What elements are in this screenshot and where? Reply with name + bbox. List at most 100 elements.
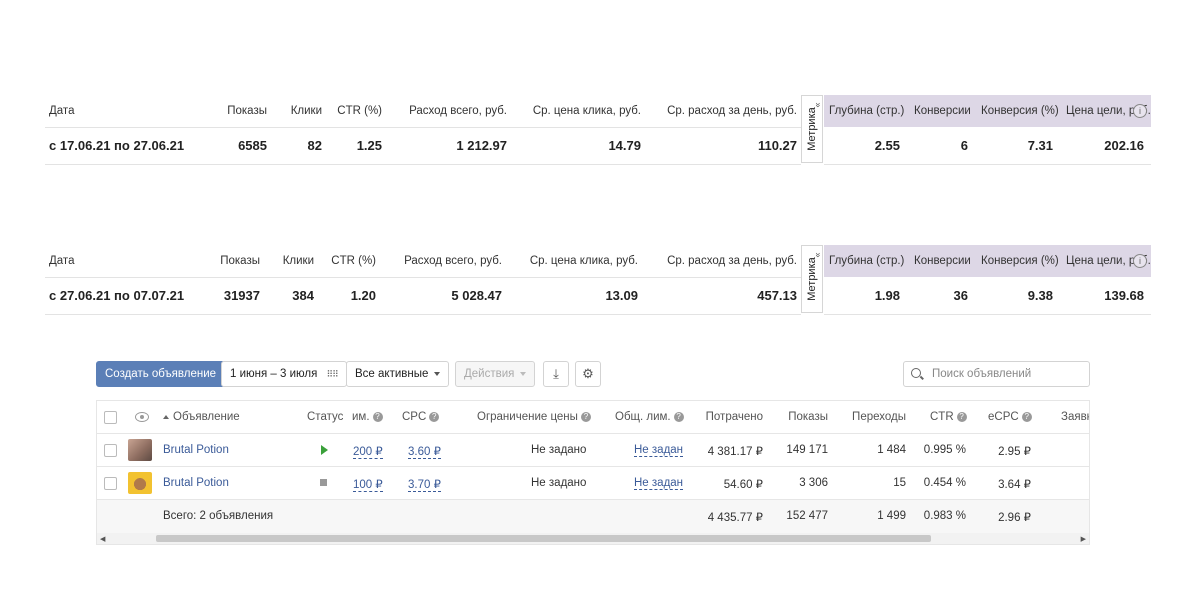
- info-icon[interactable]: i: [1133, 104, 1147, 118]
- help-icon[interactable]: ?: [1021, 411, 1032, 422]
- col-ctr[interactable]: CTR?: [930, 411, 967, 423]
- cpc-value[interactable]: 3.70 ₽: [408, 477, 441, 492]
- metrika-columns: Глубина (стр.) Конверсии Конверсия (%) Ц…: [824, 95, 1151, 165]
- total-clicks: 1 499: [877, 510, 906, 522]
- col-depth: Глубина (стр.): [829, 105, 905, 117]
- sort-up-icon: [163, 414, 169, 419]
- col-avg-cpc: Ср. цена клика, руб.: [532, 105, 641, 117]
- col-clicks: Клики: [290, 105, 322, 117]
- value-date: с 17.06.21 по 27.06.21: [49, 138, 185, 153]
- metrika-toggle-tab[interactable]: » Метрика: [801, 245, 823, 313]
- ad-search[interactable]: [903, 361, 1090, 387]
- ad-name-link[interactable]: Brutal Potion: [163, 477, 229, 489]
- help-icon[interactable]: ?: [580, 411, 591, 422]
- col-date: Дата: [49, 255, 75, 267]
- ads-toolbar: Создать объявление 1 июня – 3 июля ⠿⠿ Вс…: [96, 361, 1090, 387]
- metrika-value-row: 2.55 6 7.31 202.16: [824, 128, 1151, 165]
- metrika-header-row: Глубина (стр.) Конверсии Конверсия (%) Ц…: [824, 245, 1151, 277]
- col-ctr: CTR (%): [337, 105, 382, 117]
- col-ad[interactable]: Объявление: [163, 411, 240, 423]
- row-checkbox[interactable]: [104, 444, 117, 457]
- metrika-label: Метрика: [806, 107, 818, 151]
- row-checkbox[interactable]: [104, 477, 117, 490]
- scroll-right-arrow-icon[interactable]: ▶: [1081, 535, 1086, 543]
- eye-icon[interactable]: [135, 412, 149, 422]
- col-cpc[interactable]: CPC?: [402, 411, 440, 423]
- ad-thumbnail[interactable]: [128, 472, 152, 494]
- col-spent[interactable]: Потрачено: [706, 411, 763, 423]
- col-status[interactable]: Статус: [307, 411, 343, 423]
- value-depth: 2.55: [874, 138, 900, 153]
- ad-name-link[interactable]: Brutal Potion: [163, 444, 229, 456]
- table-row: Brutal Potion 100 ₽ 3.70 ₽ Не задано Не …: [97, 467, 1089, 500]
- col-conversion-rate: Конверсия (%): [981, 105, 1059, 117]
- download-button[interactable]: ⤓: [543, 361, 569, 387]
- value-spend-total: 5 028.47: [451, 288, 502, 303]
- ads-table: Объявление Статус им.? CPC? Ограничение …: [96, 400, 1090, 545]
- value-clicks: 384: [292, 288, 314, 303]
- spent-value: 4 381.17 ₽: [707, 446, 763, 458]
- clicks-value: 1 484: [877, 444, 906, 456]
- total-spent: 4 435.77 ₽: [707, 512, 763, 524]
- status-filter-dropdown[interactable]: Все активные: [346, 361, 450, 387]
- value-avg-cpc: 14.79: [608, 138, 641, 153]
- impressions-value: 149 171: [786, 444, 828, 456]
- col-conversion-rate: Конверсия (%): [981, 255, 1059, 267]
- scrollbar-thumb[interactable]: [156, 535, 931, 542]
- ad-thumbnail[interactable]: [128, 439, 152, 461]
- ecpc-value: 3.64 ₽: [998, 479, 1031, 491]
- download-icon: ⤓: [553, 366, 559, 381]
- col-lim[interactable]: им.?: [352, 411, 383, 423]
- col-depth: Глубина (стр.): [829, 255, 905, 267]
- common-lim-value[interactable]: Не задан: [634, 444, 684, 457]
- date-range-picker[interactable]: 1 июня – 3 июля ⠿⠿: [221, 361, 347, 387]
- col-common-lim[interactable]: Общ. лим.?: [615, 411, 684, 423]
- table-row: Brutal Potion 200 ₽ 3.60 ₽ Не задано Не …: [97, 434, 1089, 467]
- col-clicks[interactable]: Переходы: [852, 411, 906, 423]
- horizontal-scrollbar[interactable]: ◀ ▶: [97, 533, 1089, 544]
- search-input[interactable]: [930, 365, 1084, 383]
- col-impressions[interactable]: Показы: [788, 411, 828, 423]
- scroll-left-arrow-icon[interactable]: ◀: [100, 535, 105, 543]
- col-requests[interactable]: Заявк: [1061, 411, 1089, 423]
- stats-table-1: Дата Показы Клики CTR (%) Расход всего, …: [45, 95, 1151, 165]
- stats-header-row: Дата Показы Клики CTR (%) Расход всего, …: [45, 95, 801, 128]
- col-conversions: Конверсии: [914, 105, 971, 117]
- common-lim-value[interactable]: Не задан: [634, 477, 684, 490]
- lim-value[interactable]: 100 ₽: [353, 477, 383, 492]
- value-avg-daily-spend: 110.27: [757, 138, 797, 153]
- col-clicks: Клики: [282, 255, 314, 267]
- total-ecpc: 2.96 ₽: [998, 512, 1031, 524]
- value-avg-daily-spend: 457.13: [757, 288, 797, 303]
- col-price-limit[interactable]: Ограничение цены?: [477, 411, 591, 423]
- value-ctr: 1.25: [356, 138, 382, 153]
- value-impressions: 6585: [238, 138, 267, 153]
- help-icon[interactable]: ?: [673, 411, 684, 422]
- col-ecpc[interactable]: eCPC?: [988, 411, 1032, 423]
- gear-icon: ⚙: [582, 366, 594, 381]
- value-conversions: 6: [960, 138, 968, 153]
- info-icon[interactable]: i: [1133, 254, 1147, 268]
- help-icon[interactable]: ?: [956, 411, 967, 422]
- total-impressions: 152 477: [786, 510, 828, 522]
- metrika-toggle-tab[interactable]: » Метрика: [801, 95, 823, 163]
- select-all-checkbox[interactable]: [104, 411, 117, 424]
- total-label: Всего: 2 объявления: [163, 510, 274, 522]
- create-ad-button[interactable]: Создать объявление: [96, 361, 226, 387]
- value-depth: 1.98: [874, 288, 900, 303]
- col-impressions: Показы: [220, 255, 260, 267]
- ecpc-value: 2.95 ₽: [998, 446, 1031, 458]
- settings-button[interactable]: ⚙: [575, 361, 601, 387]
- play-status-icon: [321, 445, 328, 455]
- actions-dropdown[interactable]: Действия: [455, 361, 536, 387]
- spent-value: 54.60 ₽: [723, 479, 763, 491]
- cpc-value[interactable]: 3.60 ₽: [408, 444, 441, 459]
- help-icon[interactable]: ?: [429, 411, 440, 422]
- help-icon[interactable]: ?: [372, 411, 383, 422]
- table-header-row: Объявление Статус им.? CPC? Ограничение …: [97, 401, 1089, 434]
- lim-value[interactable]: 200 ₽: [353, 444, 383, 459]
- value-ctr: 1.20: [350, 288, 376, 303]
- ctr-value: 0.454 %: [923, 477, 966, 489]
- col-conversions: Конверсии: [914, 255, 971, 267]
- col-spend-total: Расход всего, руб.: [409, 105, 507, 117]
